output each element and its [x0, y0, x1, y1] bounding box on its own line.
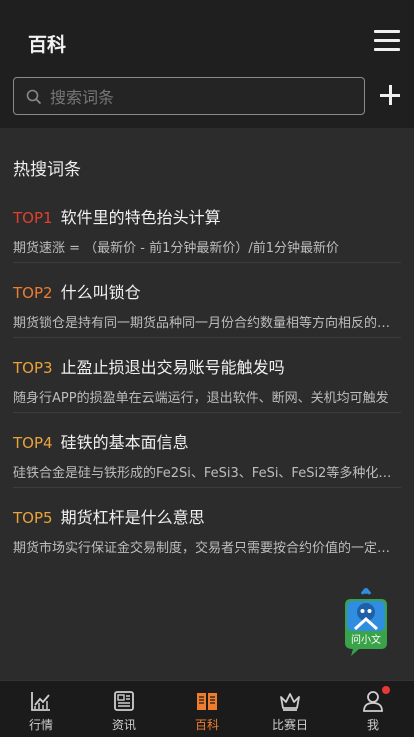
tab-label: 百科 — [194, 718, 219, 732]
tab-label: 我 — [366, 718, 379, 732]
item-title: 期货杠杆是什么意思 — [60, 508, 205, 527]
item-title: 软件里的特色抬头计算 — [60, 208, 221, 227]
tab-me[interactable]: 我 — [332, 681, 414, 737]
tab-match-day[interactable]: 比赛日 — [249, 681, 331, 737]
search-icon — [26, 89, 42, 105]
tab-label: 比赛日 — [271, 718, 308, 732]
item-description: 期货市场实行保证金交易制度，交易者只需要按合约价值的一定比例缴纳保证金 — [13, 541, 393, 556]
robot-assistant-icon — [345, 588, 387, 656]
tab-encyclopedia[interactable]: 百科 — [166, 681, 248, 737]
item-title: 硅铁的基本面信息 — [60, 433, 189, 452]
list-item[interactable]: TOP1 软件里的特色抬头计算 期货速涨 = （最新价 - 前1分钟最新价）/前… — [13, 188, 401, 263]
newspaper-icon — [114, 691, 134, 711]
search-box[interactable] — [13, 77, 365, 116]
chart-trend-icon — [31, 692, 50, 711]
list-item[interactable]: TOP5 期货杠杆是什么意思 期货市场实行保证金交易制度，交易者只需要按合约价值… — [13, 488, 401, 563]
notification-dot — [382, 686, 390, 694]
book-icon — [197, 693, 217, 710]
rank-label: TOP5 — [13, 509, 53, 527]
rank-label: TOP1 — [13, 209, 53, 227]
assistant-button[interactable]: 问小文 — [343, 585, 389, 657]
item-description: 硅铁合金是硅与铁形成的Fe2Si、FeSi3、FeSi、FeSi2等多种化合物 — [13, 466, 393, 481]
rank-label: TOP4 — [13, 434, 53, 452]
rank-label: TOP3 — [13, 359, 53, 377]
item-description: 随身行APP的损盈单在云端运行，退出软件、断网、关机均可触发 — [13, 391, 389, 406]
rank-label: TOP2 — [13, 284, 53, 302]
list-item[interactable]: TOP2 什么叫锁仓 期货锁仓是持有同一期货品种同一月份合约数量相等方向相反的头… — [13, 263, 401, 338]
top-bar: 百科 — [0, 0, 414, 128]
list-item[interactable]: TOP4 硅铁的基本面信息 硅铁合金是硅与铁形成的Fe2Si、FeSi3、FeS… — [13, 413, 401, 488]
list-item[interactable]: TOP3 止盈止损退出交易账号能触发吗 随身行APP的损盈单在云端运行，退出软件… — [13, 338, 401, 413]
bottom-tab-bar: 行情 资讯 百科 比赛日 我 — [0, 680, 414, 737]
tab-label: 行情 — [28, 718, 53, 732]
page-title: 百科 — [28, 34, 67, 56]
section-title: 热搜词条 — [13, 160, 81, 180]
search-input[interactable] — [48, 78, 352, 116]
item-description: 期货速涨 = （最新价 - 前1分钟最新价）/前1分钟最新价 — [13, 241, 340, 256]
item-title: 什么叫锁仓 — [60, 283, 141, 302]
assistant-label: 问小文 — [351, 635, 381, 646]
add-icon[interactable] — [380, 85, 400, 105]
hot-terms-list: TOP1 软件里的特色抬头计算 期货速涨 = （最新价 - 前1分钟最新价）/前… — [13, 188, 401, 563]
menu-list-icon[interactable] — [374, 30, 400, 52]
tab-news[interactable]: 资讯 — [83, 681, 165, 737]
person-icon — [363, 691, 383, 712]
tab-market[interactable]: 行情 — [0, 681, 82, 737]
crown-icon — [280, 693, 300, 711]
item-title: 止盈止损退出交易账号能触发吗 — [60, 358, 285, 377]
tab-label: 资讯 — [111, 718, 136, 732]
item-description: 期货锁仓是持有同一期货品种同一月份合约数量相等方向相反的头寸 — [13, 316, 393, 331]
